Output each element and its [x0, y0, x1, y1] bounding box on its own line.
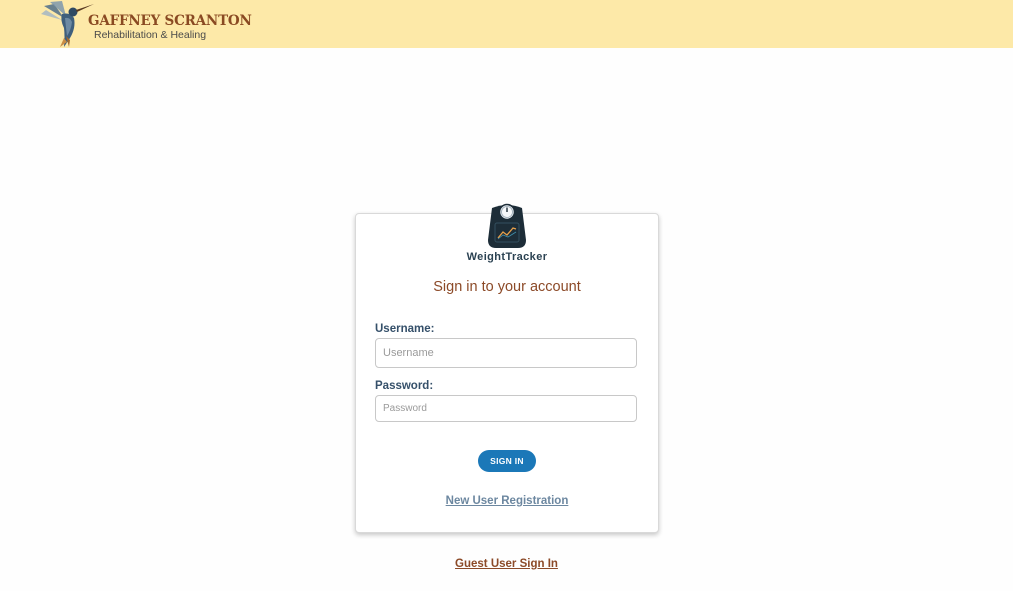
sign-in-button[interactable]: SIGN IN: [478, 450, 536, 472]
app-name: WeightTracker: [466, 251, 548, 263]
brand-name: GAFFNEY SCRANTON: [88, 13, 252, 29]
new-user-registration-link[interactable]: New User Registration: [356, 495, 658, 507]
weight-scale-icon: [488, 203, 526, 248]
brand-logo[interactable]: GAFFNEY SCRANTON Rehabilitation & Healin…: [40, 0, 252, 48]
page-header: GAFFNEY SCRANTON Rehabilitation & Healin…: [0, 0, 1013, 48]
brand-text: GAFFNEY SCRANTON Rehabilitation & Healin…: [88, 13, 252, 41]
password-input[interactable]: [375, 395, 637, 422]
login-card: WeightTracker Sign in to your account Us…: [355, 203, 659, 533]
guest-user-sign-in-link[interactable]: Guest User Sign In: [0, 558, 1013, 570]
brand-tagline: Rehabilitation & Healing: [94, 29, 207, 41]
username-label: Username:: [375, 323, 435, 335]
password-label: Password:: [375, 380, 434, 392]
login-heading: Sign in to your account: [433, 279, 581, 295]
username-input[interactable]: [375, 338, 637, 368]
